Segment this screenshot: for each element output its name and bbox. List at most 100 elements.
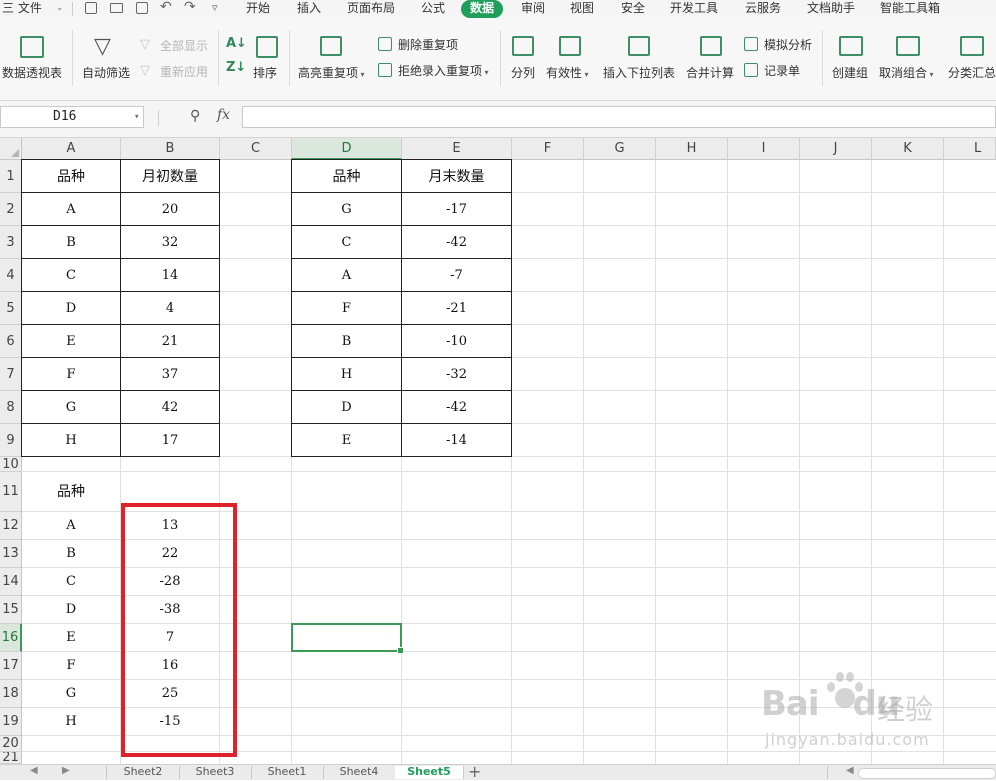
- tab-data[interactable]: 数据: [461, 0, 504, 18]
- cell-qty[interactable]: 42: [120, 390, 220, 424]
- cell-qty[interactable]: -7: [401, 258, 512, 292]
- column-header-i[interactable]: I: [728, 138, 800, 160]
- cell-qty[interactable]: 32: [120, 225, 220, 259]
- row-header-21[interactable]: 21: [0, 752, 22, 764]
- row-header-9[interactable]: 9: [0, 424, 22, 457]
- cell-variety[interactable]: C: [21, 258, 121, 292]
- header-opening-qty[interactable]: 月初数量: [120, 159, 220, 193]
- column-header-b[interactable]: B: [121, 138, 220, 160]
- row-header-20[interactable]: 20: [0, 736, 22, 752]
- zoom-search-icon[interactable]: ⚲: [190, 108, 200, 124]
- sheet-tab-sheet2[interactable]: Sheet2: [107, 766, 180, 779]
- row-header-7[interactable]: 7: [0, 358, 22, 391]
- header-closing-qty[interactable]: 月末数量: [401, 159, 512, 193]
- column-header-a[interactable]: A: [22, 138, 121, 160]
- print-preview-icon[interactable]: [136, 2, 148, 14]
- row-header-13[interactable]: 13: [0, 540, 22, 568]
- tab-security[interactable]: 安全: [621, 0, 645, 18]
- cell-qty[interactable]: 14: [120, 258, 220, 292]
- header-variety[interactable]: 品种: [291, 159, 402, 193]
- tab-cloud[interactable]: 云服务: [745, 0, 781, 18]
- column-header-d[interactable]: D: [292, 138, 402, 160]
- highlight-duplicates-button[interactable]: 高亮重复项 ▾: [296, 30, 368, 86]
- row-header-16[interactable]: 16: [0, 624, 22, 652]
- formula-input[interactable]: [242, 106, 996, 128]
- result-variety[interactable]: D: [22, 596, 120, 624]
- header-variety[interactable]: 品种: [21, 159, 121, 193]
- row-header-3[interactable]: 3: [0, 226, 22, 259]
- column-header-e[interactable]: E: [402, 138, 512, 160]
- split-button[interactable]: 分列: [507, 30, 539, 86]
- cell-variety[interactable]: D: [21, 291, 121, 325]
- row-header-6[interactable]: 6: [0, 325, 22, 358]
- sheet-tab-sheet3[interactable]: Sheet3: [179, 766, 252, 779]
- result-variety[interactable]: B: [22, 540, 120, 568]
- cell-qty[interactable]: 20: [120, 192, 220, 226]
- pivot-table-button[interactable]: 数据透视表: [0, 30, 72, 86]
- result-variety[interactable]: A: [22, 512, 120, 540]
- cell-variety[interactable]: F: [21, 357, 121, 391]
- row-header-11[interactable]: 11: [0, 472, 22, 512]
- cell-qty[interactable]: -10: [401, 324, 512, 358]
- cell-qty[interactable]: -21: [401, 291, 512, 325]
- cell-variety[interactable]: B: [21, 225, 121, 259]
- subtotal-button[interactable]: 分类汇总: [946, 30, 996, 86]
- save-icon[interactable]: [85, 2, 97, 14]
- print-icon[interactable]: [110, 3, 123, 13]
- result-variety[interactable]: C: [22, 568, 120, 596]
- fill-handle[interactable]: [397, 647, 404, 654]
- result-variety[interactable]: H: [22, 708, 120, 736]
- row-header-19[interactable]: 19: [0, 708, 22, 736]
- column-header-g[interactable]: G: [584, 138, 656, 160]
- tab-developer[interactable]: 开发工具: [670, 0, 718, 18]
- row-header-1[interactable]: 1: [0, 160, 22, 193]
- cell-variety[interactable]: G: [291, 192, 402, 226]
- sheet-tab-sheet5[interactable]: Sheet5: [395, 766, 464, 779]
- cell-variety[interactable]: E: [291, 423, 402, 457]
- sheet-tab-sheet1[interactable]: Sheet1: [251, 766, 324, 779]
- sort-ascending-icon[interactable]: A↓: [226, 36, 247, 51]
- insert-dropdown-button[interactable]: 插入下拉列表: [602, 30, 678, 86]
- column-header-l[interactable]: L: [944, 138, 996, 160]
- tab-review[interactable]: 审阅: [521, 0, 545, 18]
- row-header-8[interactable]: 8: [0, 391, 22, 424]
- row-header-17[interactable]: 17: [0, 652, 22, 680]
- active-cell-selection[interactable]: [291, 623, 404, 654]
- row-header-5[interactable]: 5: [0, 292, 22, 325]
- cell-qty[interactable]: -32: [401, 357, 512, 391]
- row-header-10[interactable]: 10: [0, 457, 22, 472]
- row-header-12[interactable]: 12: [0, 512, 22, 540]
- cell-variety[interactable]: E: [21, 324, 121, 358]
- cell-variety[interactable]: G: [21, 390, 121, 424]
- horizontal-scrollbar[interactable]: [858, 768, 996, 779]
- column-header-j[interactable]: J: [800, 138, 872, 160]
- name-box[interactable]: D16 ▾: [0, 106, 144, 128]
- add-sheet-icon[interactable]: +: [468, 762, 481, 781]
- cell-qty[interactable]: 17: [120, 423, 220, 457]
- cell-variety[interactable]: B: [291, 324, 402, 358]
- tab-page-layout[interactable]: 页面布局: [347, 0, 395, 18]
- cell-qty[interactable]: -42: [401, 390, 512, 424]
- result-variety[interactable]: F: [22, 652, 120, 680]
- row-header-14[interactable]: 14: [0, 568, 22, 596]
- customize-toolbar-icon[interactable]: ▿: [212, 1, 218, 14]
- row-header-2[interactable]: 2: [0, 193, 22, 226]
- column-header-f[interactable]: F: [512, 138, 584, 160]
- chevron-down-icon[interactable]: ⌄: [56, 3, 64, 13]
- select-all-corner[interactable]: [0, 138, 22, 160]
- cell-variety[interactable]: H: [291, 357, 402, 391]
- cell-variety[interactable]: D: [291, 390, 402, 424]
- scroll-left-icon[interactable]: ◀: [846, 765, 854, 776]
- cell-variety[interactable]: C: [291, 225, 402, 259]
- sheet-tab-sheet4[interactable]: Sheet4: [323, 766, 396, 779]
- result-header-variety[interactable]: 品种: [22, 472, 120, 512]
- column-header-c[interactable]: C: [220, 138, 292, 160]
- scroll-tabs-left-icon[interactable]: ◀: [30, 765, 38, 776]
- result-variety[interactable]: E: [22, 624, 120, 652]
- result-variety[interactable]: G: [22, 680, 120, 708]
- column-header-k[interactable]: K: [872, 138, 944, 160]
- undo-icon[interactable]: ↶: [160, 0, 172, 15]
- row-header-15[interactable]: 15: [0, 596, 22, 624]
- cell-qty[interactable]: -42: [401, 225, 512, 259]
- cell-qty[interactable]: 21: [120, 324, 220, 358]
